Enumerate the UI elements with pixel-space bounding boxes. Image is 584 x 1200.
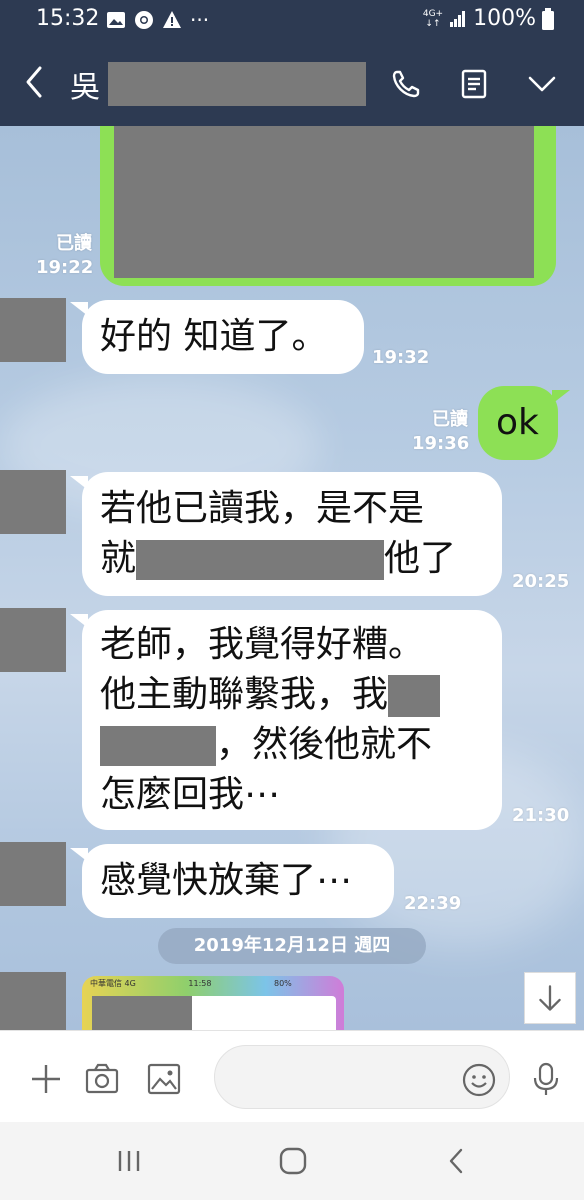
- status-right: 4G+ ↓↑ 100%: [423, 6, 554, 31]
- chevron-down-icon[interactable]: [522, 64, 562, 104]
- redacted-text: [100, 726, 216, 766]
- thumbnail-card: [92, 996, 336, 1030]
- thumbnail-statusbar: 中華電信 4G 11:58 80%: [90, 979, 292, 988]
- message-time: 22:39: [404, 893, 462, 914]
- image-icon[interactable]: [146, 1061, 182, 1097]
- avatar[interactable]: [0, 608, 66, 672]
- read-receipt: 已讀 19:36: [412, 409, 470, 454]
- contact-name: 吳: [70, 70, 100, 105]
- battery-icon: [542, 7, 554, 30]
- notification-icons: ···: [106, 8, 209, 32]
- bubble-tail: [552, 390, 570, 404]
- avatar[interactable]: [0, 972, 66, 1030]
- sent-message[interactable]: ok: [478, 386, 558, 460]
- status-time: 15:32: [36, 6, 100, 31]
- system-nav-bar: [0, 1122, 584, 1200]
- message-time: 21:30: [512, 805, 570, 826]
- plus-icon[interactable]: [28, 1061, 64, 1097]
- chevron-left-icon[interactable]: [18, 62, 50, 102]
- warning-icon: [163, 11, 181, 28]
- status-bar: 15:32 ··· 4G+ ↓↑ 100%: [0, 0, 584, 40]
- redacted-image: [92, 996, 192, 1030]
- message-time: 19:32: [372, 347, 430, 368]
- back-nav-icon[interactable]: [442, 1146, 472, 1176]
- received-message[interactable]: 老師，我覺得好糟。 他主動聯繫我，我 ，然後他就不 怎麼回我⋯: [82, 610, 502, 830]
- avatar[interactable]: [0, 470, 66, 534]
- chat-area[interactable]: 已讀 19:22 好的 知道了。 19:32 已讀 19:36 ok 若他已讀我…: [0, 126, 584, 1030]
- message-line: 就他了: [100, 538, 457, 580]
- redacted-text: [388, 675, 441, 717]
- chat-header: 吳: [0, 40, 584, 126]
- date-separator: 2019年12月12日 週四: [158, 928, 426, 964]
- message-text: ok: [496, 402, 539, 443]
- more-notifications: ···: [190, 8, 210, 32]
- network-indicator: 4G+ ↓↑: [422, 8, 444, 29]
- message-line: 他主動聯繫我，我: [100, 670, 484, 720]
- gallery-notification-icon: [107, 12, 125, 28]
- message-line: 怎麼回我⋯: [100, 774, 281, 815]
- redacted-name: [108, 62, 366, 106]
- message-text: 感覺快放棄了⋯: [100, 860, 353, 901]
- message-text: 好的 知道了。: [100, 316, 328, 357]
- signal-icon: [450, 10, 466, 27]
- message-input-bar: [0, 1030, 584, 1122]
- arrow-down-icon[interactable]: [524, 972, 576, 1024]
- note-icon[interactable]: [454, 64, 494, 104]
- camera-icon[interactable]: [84, 1061, 120, 1097]
- message-line: ，然後他就不: [100, 720, 484, 770]
- message-line: 老師，我覺得好糟。: [100, 624, 425, 665]
- received-image-message[interactable]: 中華電信 4G 11:58 80%: [82, 976, 344, 1030]
- home-icon[interactable]: [278, 1146, 308, 1176]
- redacted-image: [114, 126, 534, 278]
- sent-image-message[interactable]: [100, 126, 556, 286]
- message-time: 20:25: [512, 571, 570, 592]
- avatar[interactable]: [0, 298, 66, 362]
- emoji-icon[interactable]: [462, 1063, 496, 1097]
- read-receipt: 已讀 19:22: [36, 233, 94, 278]
- avatar[interactable]: [0, 842, 66, 906]
- phone-icon[interactable]: [386, 64, 426, 104]
- received-message[interactable]: 好的 知道了。: [82, 300, 364, 374]
- message-line: 若他已讀我，是不是: [100, 488, 425, 529]
- received-message[interactable]: 感覺快放棄了⋯: [82, 844, 394, 918]
- received-message[interactable]: 若他已讀我，是不是 就他了: [82, 472, 502, 596]
- chrome-notification-icon: [135, 11, 153, 29]
- recent-apps-icon[interactable]: [114, 1146, 144, 1176]
- battery-percent: 100%: [473, 6, 536, 31]
- redacted-text: [136, 540, 385, 580]
- microphone-icon[interactable]: [528, 1061, 564, 1097]
